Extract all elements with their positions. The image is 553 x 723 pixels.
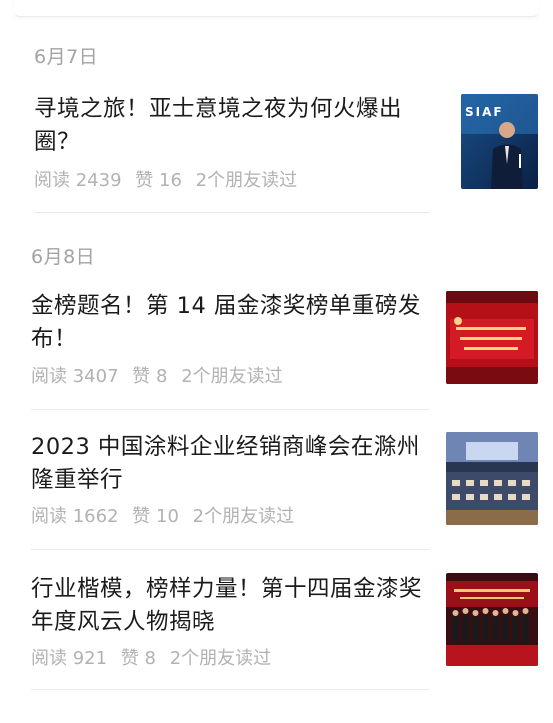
article-title[interactable]: 金榜题名！第 14 届金漆奖榜单重磅发布！ <box>31 290 431 356</box>
divider <box>31 689 429 690</box>
friends-read: 2个朋友读过 <box>181 366 283 387</box>
friends-read: 2个朋友读过 <box>169 648 272 669</box>
like-count: 赞 8 <box>120 648 156 669</box>
award-ceremony-banner-photo-icon[interactable] <box>446 291 538 384</box>
divider <box>31 549 429 550</box>
like-count: 赞 10 <box>132 506 179 527</box>
thumb-logo-text: SIAF <box>465 105 504 119</box>
article-feed: 6月7日 寻境之旅！亚士意境之夜为何火爆出圈？ 阅读 2439 赞 16 2个朋… <box>0 0 553 723</box>
speaker-on-stage-photo-icon[interactable]: SIAF <box>461 94 538 189</box>
friends-read: 2个朋友读过 <box>195 170 298 191</box>
read-count: 阅读 921 <box>31 648 108 669</box>
previous-card-edge <box>14 0 539 17</box>
friends-read: 2个朋友读过 <box>192 506 295 527</box>
article-title[interactable]: 寻境之旅！亚士意境之夜为何火爆出圈？ <box>34 93 444 159</box>
article-meta: 阅读 1662 赞 10 2个朋友读过 <box>31 502 302 528</box>
like-count: 赞 16 <box>135 170 182 191</box>
group-on-stage-photo-icon[interactable] <box>446 573 538 666</box>
divider <box>31 409 429 410</box>
like-count: 赞 8 <box>132 366 168 387</box>
date-header: 6月8日 <box>31 246 96 268</box>
read-count: 阅读 2439 <box>34 170 122 191</box>
article-title[interactable]: 2023 中国涂料企业经销商峰会在滁州隆重举行 <box>31 431 431 497</box>
article-meta: 阅读 3407 赞 8 2个朋友读过 <box>31 362 291 388</box>
divider <box>34 212 429 213</box>
date-header: 6月7日 <box>34 46 99 68</box>
article-meta: 阅读 921 赞 8 2个朋友读过 <box>31 644 279 670</box>
article-title[interactable]: 行业楷模，榜样力量！第十四届金漆奖年度风云人物揭晓 <box>31 573 441 639</box>
read-count: 阅读 3407 <box>31 366 119 387</box>
conference-hall-photo-icon[interactable] <box>446 432 538 525</box>
article-meta: 阅读 2439 赞 16 2个朋友读过 <box>34 166 305 192</box>
read-count: 阅读 1662 <box>31 506 119 527</box>
